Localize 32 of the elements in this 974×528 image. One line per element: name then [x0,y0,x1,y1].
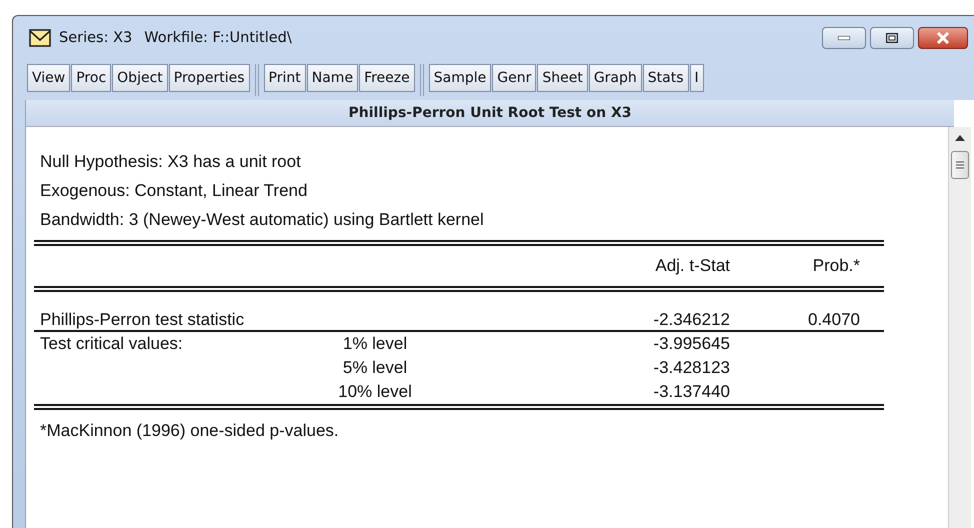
toolbar-button[interactable]: Object [112,64,168,92]
column-header: Prob.* [812,255,860,277]
toolbar-button[interactable]: Sample [428,64,492,92]
toolbar-button[interactable]: Graph [588,64,642,92]
toolbar-button[interactable]: Sheet [537,64,588,92]
output-header: Phillips-Perron Unit Root Test on X3 [26,100,954,127]
toolbar-button[interactable]: Genr [492,64,536,92]
toolbar-button[interactable]: Stats [642,64,689,92]
statistic-value: -3.995645 [653,334,730,353]
toolbar-button[interactable]: Properties [168,64,250,92]
footnote: *MacKinnon (1996) one-sided p-values. [39,420,340,442]
toolbar-button[interactable]: Print [264,64,306,92]
row-label: Phillips-Perron test statistic [40,310,244,329]
toolbar-button[interactable]: View [27,64,70,92]
toolbar-button[interactable]: Proc [71,64,112,92]
level-label: 5% level [342,358,408,377]
probability-value: 0.4070 [808,310,860,329]
window-title: Workfile: F::Untitled\ [144,30,292,46]
statistic-value: -2.346212 [653,310,730,329]
statistic-value: -3.428123 [653,358,730,377]
output-text: Null Hypothesis: X3 has a unit root [39,151,302,173]
toolbar-button[interactable]: Name [306,64,358,92]
column-header: Adj. t-Stat [654,255,730,277]
output-text: Exogenous: Constant, Linear Trend [39,180,308,202]
window-title: Series: X3 [59,30,132,46]
level-label: 10% level [338,382,412,401]
toolbar-button[interactable]: I [690,64,704,92]
level-label: 1% level [342,334,408,353]
statistic-value: -3.137440 [653,382,730,401]
output-text: Bandwidth: 3 (Newey-West automatic) using Bartlett kernel [39,209,485,231]
row-label: Test critical values: [40,334,183,353]
toolbar-button[interactable]: Freeze [359,64,415,92]
